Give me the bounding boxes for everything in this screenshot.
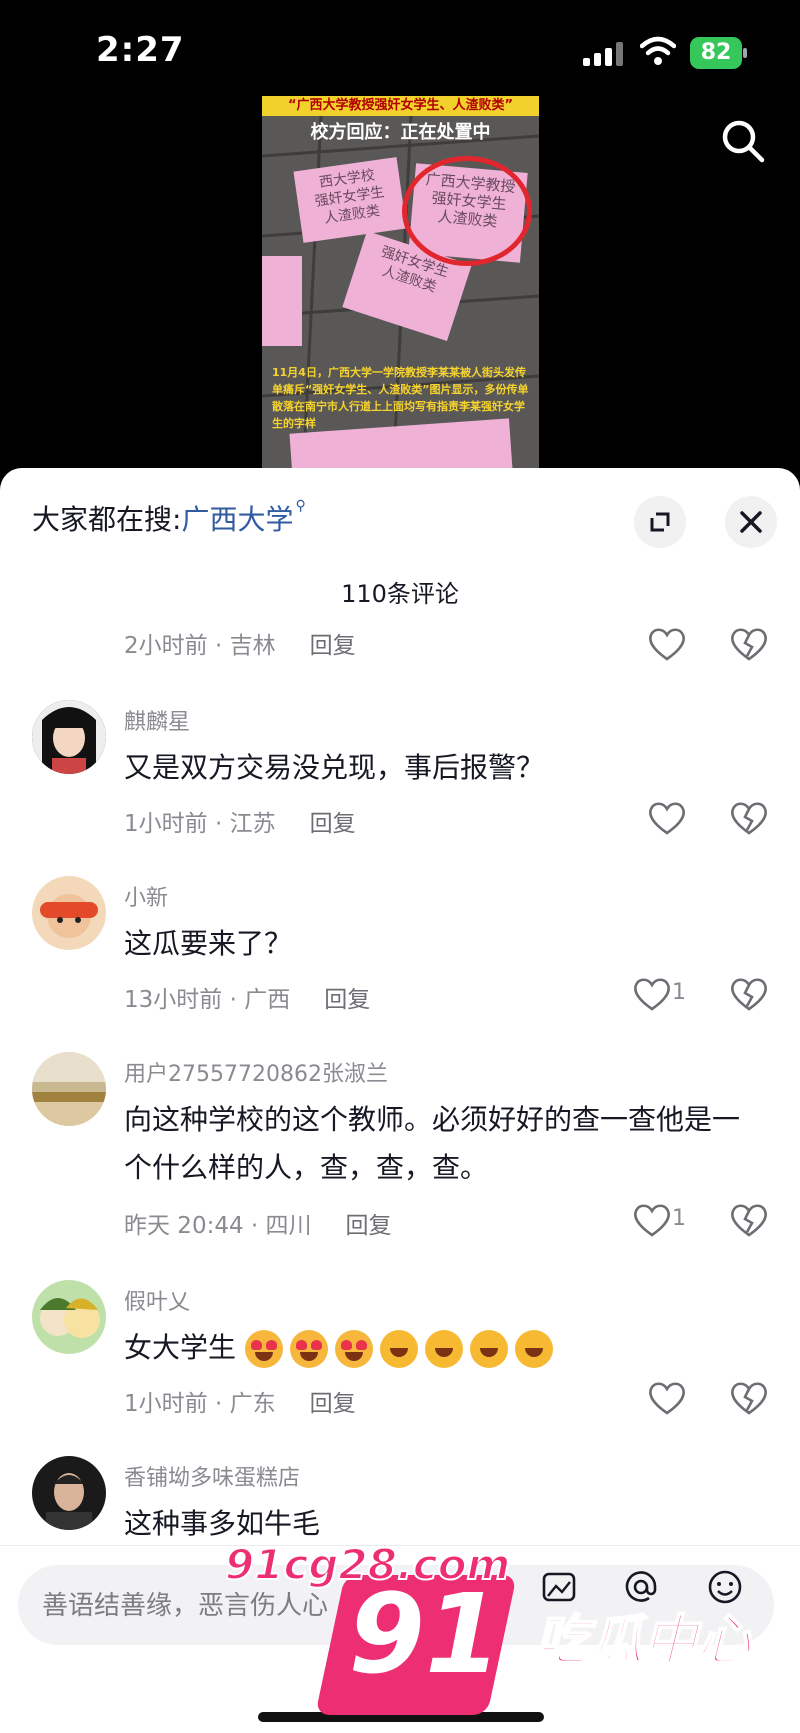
- avatar[interactable]: [32, 876, 106, 950]
- watermark-number: 91: [348, 1570, 502, 1698]
- avatar-image: [32, 1052, 106, 1126]
- comment-text: 又是双方交易没兑现，事后报警？: [124, 751, 545, 784]
- close-button[interactable]: [725, 496, 777, 548]
- avatar[interactable]: [32, 1052, 106, 1126]
- comment-meta: 昨天 20:44 · 四川 回复: [124, 1213, 392, 1239]
- status-bar: 2:27 82: [0, 0, 800, 100]
- like-count: 1: [672, 980, 686, 1005]
- heart-eyes-emoji: [244, 1330, 283, 1368]
- heart-eyes-emoji: [334, 1330, 373, 1368]
- comment-location: 四川: [265, 1213, 312, 1239]
- comment-time: 2小时前: [124, 633, 208, 659]
- trending-keyword[interactable]: 广西大学: [181, 503, 293, 536]
- dislike-icon[interactable]: [729, 626, 769, 662]
- comment-text-body: 女大学生: [124, 1331, 237, 1364]
- comment-time: 1小时前: [124, 811, 208, 837]
- reply-button[interactable]: 回复: [310, 633, 356, 659]
- comment-username[interactable]: 假叶乂: [124, 1284, 190, 1316]
- comment-text: 向这种学校的这个教师。必须好好的查一查他是一个什么样的人，查，查，查。: [124, 1103, 741, 1184]
- status-time: 2:27: [96, 30, 185, 70]
- like-icon[interactable]: [647, 800, 687, 836]
- comment-meta: 2小时前 · 吉林 回复: [124, 633, 356, 659]
- avatar[interactable]: [32, 1280, 106, 1354]
- dislike-icon[interactable]: [729, 800, 769, 836]
- expand-icon: [650, 512, 670, 532]
- like-icon[interactable]: [647, 626, 687, 662]
- dislike-icon[interactable]: [729, 1202, 769, 1238]
- avatar-image: [32, 700, 106, 774]
- comment-count: 110条评论: [341, 580, 459, 608]
- comment-text: 这瓜要来了？: [124, 927, 293, 960]
- comment-meta: 1小时前 · 广东 回复: [124, 1391, 356, 1417]
- highlight-circle: [402, 156, 532, 266]
- comment-text: 女大学生: [124, 1324, 764, 1372]
- comment-location: 广东: [229, 1391, 276, 1417]
- comment-location: 江苏: [229, 811, 276, 837]
- avatar-image: [32, 1280, 106, 1354]
- video-banner: “广西大学教授强奸女学生、人渣败类”: [262, 96, 539, 116]
- avatar-image: [32, 876, 106, 950]
- trending-prefix: 大家都在搜:: [32, 503, 182, 536]
- battery-level: 82: [700, 40, 732, 65]
- comment-location: 广西: [244, 987, 291, 1013]
- watermark-slogan: 吃瓜中心: [534, 1608, 752, 1673]
- avatar-image: [32, 1456, 106, 1530]
- reply-button[interactable]: 回复: [346, 1213, 392, 1239]
- small-search-icon: ⚲: [295, 498, 306, 514]
- video-preview[interactable]: “广西大学教授强奸女学生、人渣败类” 校方回应：正在处置中 西大学校 强奸女学生…: [262, 96, 539, 496]
- reply-button[interactable]: 回复: [310, 1391, 356, 1417]
- battery-indicator: 82: [690, 37, 748, 69]
- cellular-signal-icon: [583, 42, 623, 66]
- comment-input-placeholder: 善语结善缘，恶言伤人心: [42, 1591, 329, 1621]
- leaflet: [262, 256, 302, 346]
- leaflet: 西大学校 强奸女学生 人渣败类: [293, 157, 407, 243]
- heart-eyes-emoji: [289, 1330, 328, 1368]
- wifi-icon: [640, 36, 676, 65]
- comment-time: 1小时前: [124, 1391, 208, 1417]
- video-heading: 校方回应：正在处置中: [310, 122, 491, 143]
- like-count: 1: [672, 1206, 686, 1231]
- like-icon[interactable]: [632, 976, 672, 1012]
- avatar[interactable]: [32, 1456, 106, 1530]
- laughing-emoji: [424, 1330, 463, 1368]
- trending-search[interactable]: 大家都在搜:广西大学 ⚲: [32, 498, 306, 538]
- laughing-emoji: [379, 1330, 418, 1368]
- comment-username[interactable]: 用户27557720862张淑兰: [124, 1056, 388, 1088]
- expand-button[interactable]: [634, 496, 686, 548]
- video-caption: 11月4日，广西大学一学院教授李某某被人街头发传单痛斥“强奸女学生、人渣败类”图…: [272, 366, 529, 430]
- avatar[interactable]: [32, 700, 106, 774]
- search-icon[interactable]: [720, 118, 766, 164]
- close-icon: [740, 511, 762, 533]
- like-icon[interactable]: [647, 1380, 687, 1416]
- laughing-emoji: [469, 1330, 508, 1368]
- comment-username[interactable]: 麒麟星: [124, 704, 190, 736]
- comment-location: 吉林: [229, 633, 276, 659]
- comment-time: 昨天 20:44: [124, 1213, 244, 1239]
- comment-meta: 13小时前 · 广西 回复: [124, 987, 371, 1013]
- dislike-icon[interactable]: [729, 976, 769, 1012]
- comment-username[interactable]: 小新: [124, 880, 168, 912]
- comment-time: 13小时前: [124, 987, 223, 1013]
- comment-meta: 1小时前 · 江苏 回复: [124, 811, 356, 837]
- reply-button[interactable]: 回复: [310, 811, 356, 837]
- reply-button[interactable]: 回复: [324, 987, 370, 1013]
- watermark-domain: 91cg28.com: [224, 1539, 511, 1590]
- comment-username[interactable]: 香铺坳多味蛋糕店: [124, 1460, 300, 1492]
- laughing-emoji: [514, 1330, 553, 1368]
- dislike-icon[interactable]: [729, 1380, 769, 1416]
- like-icon[interactable]: [632, 1202, 672, 1238]
